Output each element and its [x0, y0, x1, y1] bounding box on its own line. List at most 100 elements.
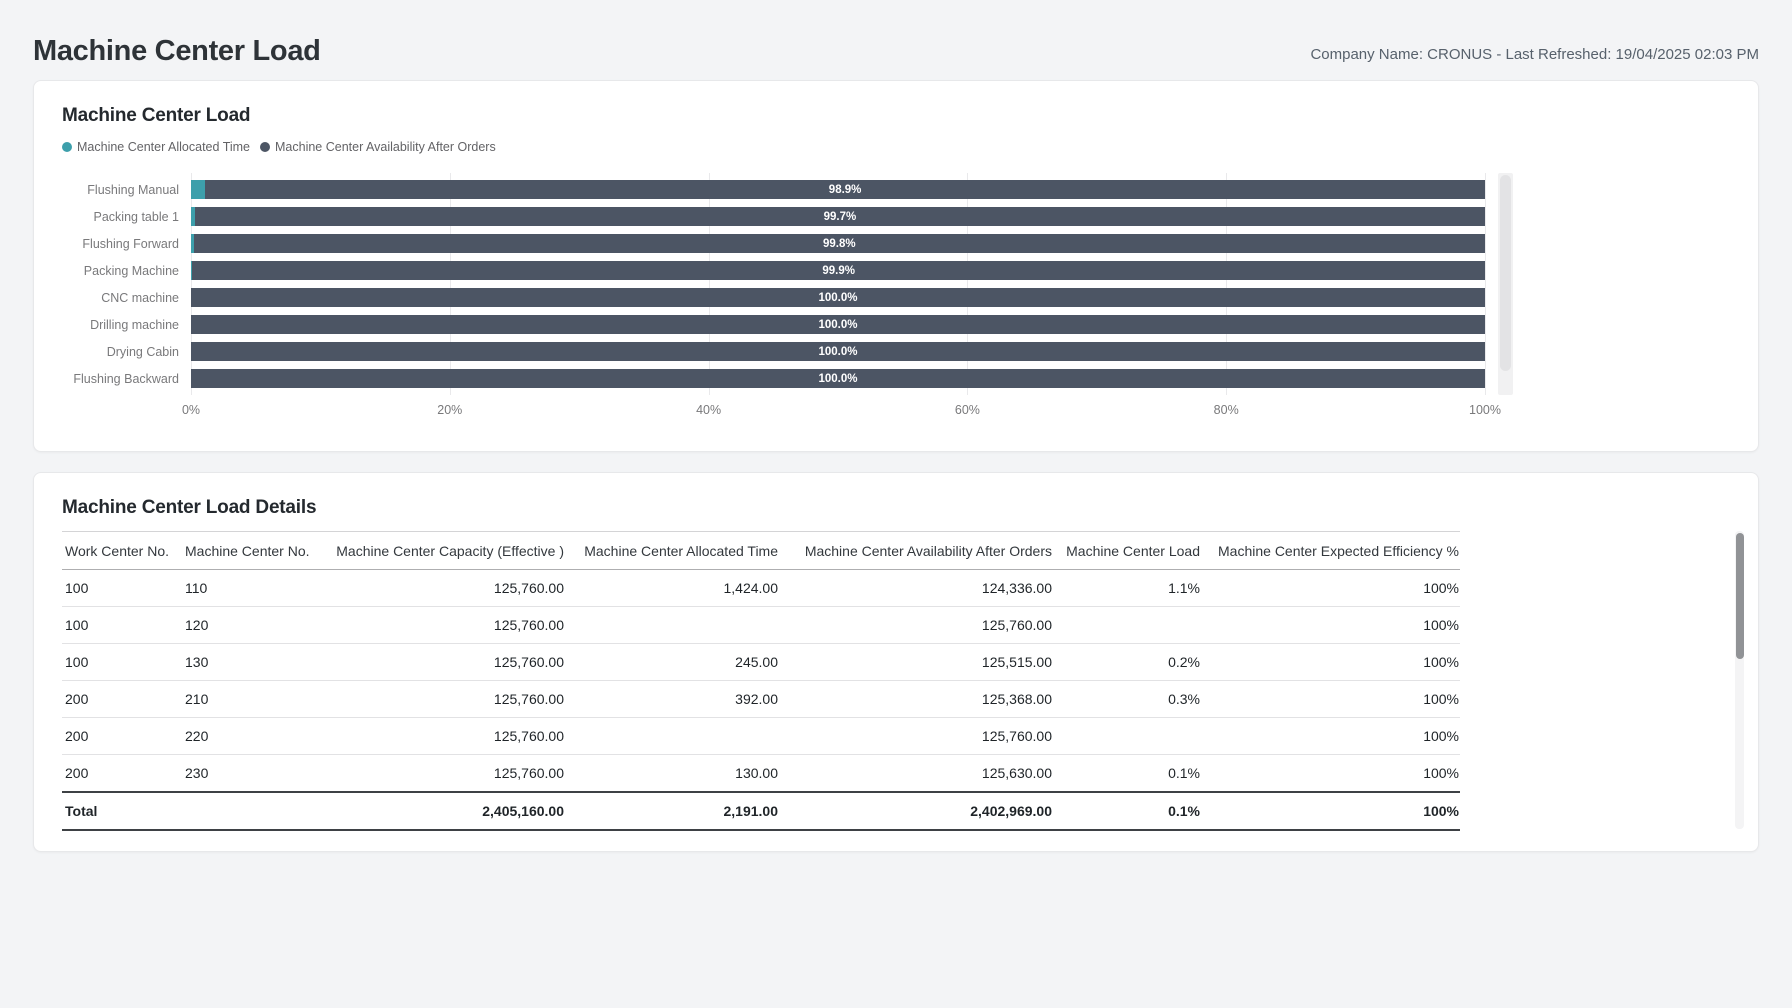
total-cell: 2,191.00: [565, 792, 779, 830]
chart-title: Machine Center Load: [62, 105, 1730, 127]
category-label: Flushing Forward: [62, 237, 191, 251]
table-cell: [565, 607, 779, 644]
bar-value-label: 100.0%: [818, 373, 857, 385]
table-header-row: Work Center No.Machine Center No.Machine…: [62, 532, 1460, 570]
bar-value-label: 99.9%: [822, 265, 855, 277]
bar-segment-allocated[interactable]: [191, 180, 205, 199]
chart-scrollbar-thumb[interactable]: [1500, 175, 1511, 371]
table-row[interactable]: 200220125,760.00125,760.00100%: [62, 718, 1460, 755]
bar-segment-availability[interactable]: 98.9%: [205, 180, 1485, 199]
table-header-cell[interactable]: Work Center No.: [62, 532, 184, 570]
category-label: Packing table 1: [62, 210, 191, 224]
bar-segment-availability[interactable]: 99.7%: [195, 207, 1485, 226]
table-cell: 100%: [1201, 718, 1460, 755]
table-cell: 392.00: [565, 681, 779, 718]
table-cell: 125,368.00: [779, 681, 1053, 718]
chart-row: Flushing Manual 98.9%: [62, 176, 1485, 203]
chart-row: Packing table 1 99.7%: [62, 203, 1485, 230]
chart-gridline: [1485, 173, 1486, 395]
table-cell: 100%: [1201, 681, 1460, 718]
table-cell: 130.00: [565, 755, 779, 792]
chart-row: Flushing Forward 99.8%: [62, 230, 1485, 257]
table-cell: 125,760.00: [328, 755, 565, 792]
x-tick-label: 40%: [696, 403, 721, 417]
table-cell: 125,760.00: [328, 681, 565, 718]
category-label: Drilling machine: [62, 318, 191, 332]
chart-row: Packing Machine 99.9%: [62, 257, 1485, 284]
x-tick-label: 20%: [437, 403, 462, 417]
chart-row: Drying Cabin100.0%: [62, 338, 1485, 365]
table-cell: 0.1%: [1053, 755, 1201, 792]
x-tick-label: 0%: [182, 403, 200, 417]
table-cell: 200: [62, 755, 184, 792]
table-cell: [1053, 607, 1201, 644]
legend-label-allocated: Machine Center Allocated Time: [77, 140, 250, 154]
bar-segment-availability[interactable]: 99.9%: [192, 261, 1485, 280]
x-tick-label: 60%: [955, 403, 980, 417]
bar-segment-availability[interactable]: 100.0%: [191, 342, 1485, 361]
table-cell: 100%: [1201, 570, 1460, 607]
total-cell: [184, 792, 328, 830]
table-header-cell[interactable]: Machine Center Allocated Time: [565, 532, 779, 570]
table-cell: 100: [62, 570, 184, 607]
category-label: Drying Cabin: [62, 345, 191, 359]
table-cell: 100%: [1201, 644, 1460, 681]
table-cell: 1.1%: [1053, 570, 1201, 607]
total-cell: 2,402,969.00: [779, 792, 1053, 830]
table-cell: 110: [184, 570, 328, 607]
bar-value-label: 100.0%: [818, 319, 857, 331]
table-cell: 125,760.00: [328, 570, 565, 607]
table-header-cell[interactable]: Machine Center Capacity (Effective ): [328, 532, 565, 570]
bar-track: 100.0%: [191, 288, 1485, 307]
chart-row: CNC machine100.0%: [62, 284, 1485, 311]
category-label: Flushing Manual: [62, 183, 191, 197]
details-table: Work Center No.Machine Center No.Machine…: [62, 531, 1460, 831]
table-header-cell[interactable]: Machine Center Expected Efficiency %: [1201, 532, 1460, 570]
bar-track: 100.0%: [191, 342, 1485, 361]
category-label: Packing Machine: [62, 264, 191, 278]
table-header-cell[interactable]: Machine Center Load: [1053, 532, 1201, 570]
page-title: Machine Center Load: [33, 35, 321, 68]
table-cell: 200: [62, 681, 184, 718]
table-row[interactable]: 200210125,760.00392.00125,368.000.3%100%: [62, 681, 1460, 718]
bar-segment-availability[interactable]: 100.0%: [191, 315, 1485, 334]
legend-dot-availability-icon: [260, 142, 270, 152]
table-cell: 230: [184, 755, 328, 792]
bar-track: 99.9%: [191, 261, 1485, 280]
bar-segment-availability[interactable]: 100.0%: [191, 288, 1485, 307]
table-row[interactable]: 200230125,760.00130.00125,630.000.1%100%: [62, 755, 1460, 792]
bar-segment-availability[interactable]: 100.0%: [191, 369, 1485, 388]
table-scrollbar[interactable]: [1735, 531, 1744, 829]
table-cell: 245.00: [565, 644, 779, 681]
table-row[interactable]: 100120125,760.00125,760.00100%: [62, 607, 1460, 644]
table-row[interactable]: 100130125,760.00245.00125,515.000.2%100%: [62, 644, 1460, 681]
bar-track: 100.0%: [191, 315, 1485, 334]
chart-row: Flushing Backward100.0%: [62, 365, 1485, 392]
chart-row: Drilling machine 100.0%: [62, 311, 1485, 338]
bar-value-label: 100.0%: [818, 292, 857, 304]
total-cell: 2,405,160.00: [328, 792, 565, 830]
table-cell: 1,424.00: [565, 570, 779, 607]
table-cell: 0.3%: [1053, 681, 1201, 718]
total-cell: 0.1%: [1053, 792, 1201, 830]
total-cell: Total: [62, 792, 184, 830]
table-header-cell[interactable]: Machine Center Availability After Orders: [779, 532, 1053, 570]
legend-item-allocated[interactable]: Machine Center Allocated Time: [62, 140, 250, 154]
table-cell: 210: [184, 681, 328, 718]
table-header-cell[interactable]: Machine Center No.: [184, 532, 328, 570]
table-scrollbar-thumb[interactable]: [1736, 533, 1744, 659]
chart-x-axis: 0%20%40%60%80%100%: [191, 403, 1485, 421]
table-title: Machine Center Load Details: [62, 497, 1730, 519]
bar-chart-rows: Flushing Manual 98.9% Packing table 1 99.7%…: [62, 176, 1485, 392]
bar-segment-availability[interactable]: 99.8%: [194, 234, 1485, 253]
table-cell: [565, 718, 779, 755]
legend-item-availability[interactable]: Machine Center Availability After Orders: [260, 140, 496, 154]
bar-value-label: 99.8%: [823, 238, 856, 250]
table-cell: 125,515.00: [779, 644, 1053, 681]
chart-scrollbar[interactable]: [1498, 173, 1513, 395]
bar-value-label: 98.9%: [829, 184, 862, 196]
chart-legend: Machine Center Allocated Time Machine Ce…: [62, 139, 1730, 155]
table-row[interactable]: 100110125,760.001,424.00124,336.001.1%10…: [62, 570, 1460, 607]
table-cell: 130: [184, 644, 328, 681]
table-card: Machine Center Load Details Work Center …: [33, 472, 1759, 852]
